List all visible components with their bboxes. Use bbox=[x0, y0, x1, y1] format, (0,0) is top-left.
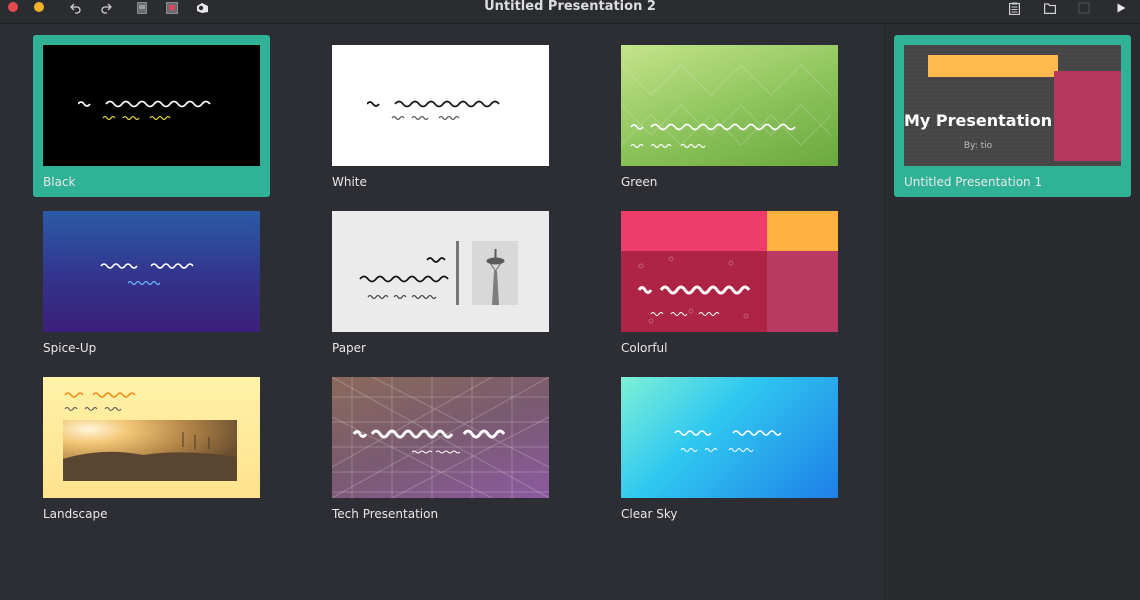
template-thumbnail bbox=[43, 377, 260, 498]
template-white[interactable]: White bbox=[322, 35, 559, 197]
template-spice-up[interactable]: Spice-Up bbox=[33, 201, 270, 363]
template-clear-sky[interactable]: Clear Sky bbox=[611, 367, 848, 529]
template-label: Black bbox=[43, 175, 76, 189]
template-label: Landscape bbox=[43, 507, 108, 521]
template-thumbnail bbox=[332, 45, 549, 166]
template-label: Paper bbox=[332, 341, 366, 355]
template-paper[interactable]: Paper bbox=[322, 201, 559, 363]
template-landscape[interactable]: Landscape bbox=[33, 367, 270, 529]
template-label: White bbox=[332, 175, 367, 189]
template-thumbnail bbox=[43, 45, 260, 166]
template-thumbnail bbox=[332, 211, 549, 332]
play-icon[interactable] bbox=[1114, 0, 1128, 16]
template-label: Tech Presentation bbox=[332, 507, 439, 521]
template-label: Green bbox=[621, 175, 658, 189]
window-title: Untitled Presentation 2 bbox=[484, 0, 656, 14]
template-thumbnail bbox=[332, 377, 549, 498]
header-bar: Untitled Presentation 2 bbox=[0, 0, 1140, 24]
template-thumbnail bbox=[43, 211, 260, 332]
template-label: Spice-Up bbox=[43, 341, 97, 355]
settings-icon[interactable] bbox=[1076, 0, 1092, 16]
template-thumbnail bbox=[621, 377, 838, 498]
template-thumbnail bbox=[621, 211, 838, 332]
recent-file-label: Untitled Presentation 1 bbox=[904, 175, 1043, 189]
template-thumbnail bbox=[621, 45, 838, 166]
recent-file-untitled-presentation-1[interactable]: My Presentation By: tio Untitled Present… bbox=[894, 35, 1131, 197]
template-tech-presentation[interactable]: Tech Presentation bbox=[322, 367, 559, 529]
notes-icon[interactable] bbox=[1006, 0, 1022, 16]
recent-file-byline: By: tio bbox=[963, 141, 993, 151]
template-colorful[interactable]: Colorful bbox=[611, 201, 848, 363]
folder-icon[interactable] bbox=[1042, 0, 1058, 16]
template-label: Clear Sky bbox=[621, 507, 678, 521]
template-black[interactable]: Black bbox=[33, 35, 270, 197]
template-green[interactable]: Green bbox=[611, 35, 848, 197]
recent-file-thumbnail: My Presentation By: tio bbox=[904, 45, 1121, 166]
recent-file-title: My Presentation bbox=[904, 111, 1053, 130]
template-label: Colorful bbox=[621, 341, 668, 355]
